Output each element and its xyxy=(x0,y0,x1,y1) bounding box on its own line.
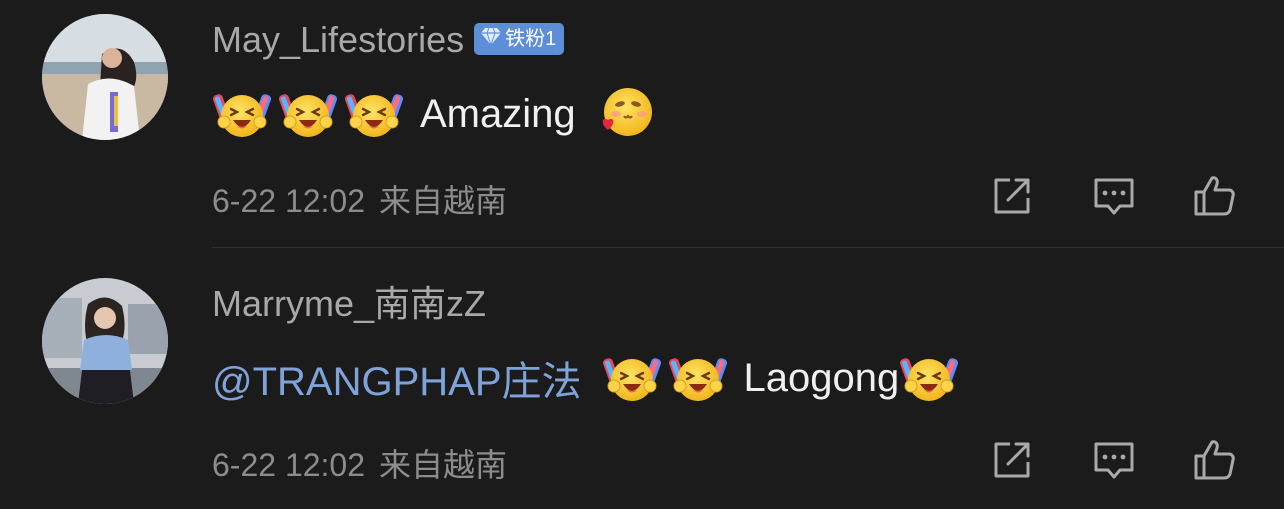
avatar[interactable] xyxy=(42,278,168,404)
comment-text: @TRANGPHAP庄法 Laogong xyxy=(212,348,965,408)
thumbs-up-icon xyxy=(1190,172,1238,220)
comment-meta: 6-22 12:02 来自越南 xyxy=(212,176,507,222)
comment-body-text: Amazing xyxy=(420,91,576,136)
cheering-emoji xyxy=(602,348,662,408)
username-text[interactable]: Marryme_南南zZ xyxy=(212,283,486,324)
comment-body-text: Laogong xyxy=(743,355,900,400)
share-icon xyxy=(988,436,1036,484)
comment-item: Marryme_南南zZ @TRANGPHAP庄法 Laogong 6-22 1… xyxy=(0,248,1284,509)
avatar[interactable] xyxy=(42,14,168,140)
username[interactable]: Marryme_南南zZ xyxy=(212,282,486,326)
location: 来自越南 xyxy=(379,183,508,219)
comment-text: Amazing xyxy=(212,84,662,144)
like-button[interactable] xyxy=(1190,172,1238,220)
cheering-emoji xyxy=(344,84,404,144)
timestamp: 6-22 12:02 xyxy=(212,447,366,483)
username-text[interactable]: May_Lifestories xyxy=(212,19,464,60)
cheering-emoji xyxy=(212,84,272,144)
love-emoji xyxy=(596,84,656,144)
cheering-emoji xyxy=(899,348,959,408)
location: 来自越南 xyxy=(379,447,508,483)
username[interactable]: May_Lifestories 铁粉1 xyxy=(212,18,565,62)
reply-button[interactable] xyxy=(1090,436,1138,484)
thumbs-up-icon xyxy=(1190,436,1238,484)
cheering-emoji xyxy=(668,348,728,408)
mention-link[interactable]: @TRANGPHAP庄法 xyxy=(212,349,582,407)
share-button[interactable] xyxy=(988,172,1036,220)
comment-item: May_Lifestories 铁粉1 Amazing 6-22 12:02 来自越… xyxy=(0,0,1284,248)
like-button[interactable] xyxy=(1190,436,1238,484)
comment-meta: 6-22 12:02 来自越南 xyxy=(212,440,507,486)
badge-label: 铁粉1 xyxy=(505,28,557,51)
share-button[interactable] xyxy=(988,436,1036,484)
comment-icon xyxy=(1090,436,1138,484)
cheering-emoji xyxy=(278,84,338,144)
fan-badge[interactable]: 铁粉1 xyxy=(474,23,565,56)
comment-icon xyxy=(1090,172,1138,220)
share-icon xyxy=(988,172,1036,220)
timestamp: 6-22 12:02 xyxy=(212,183,366,219)
reply-button[interactable] xyxy=(1090,172,1138,220)
diamond-icon xyxy=(480,24,502,56)
